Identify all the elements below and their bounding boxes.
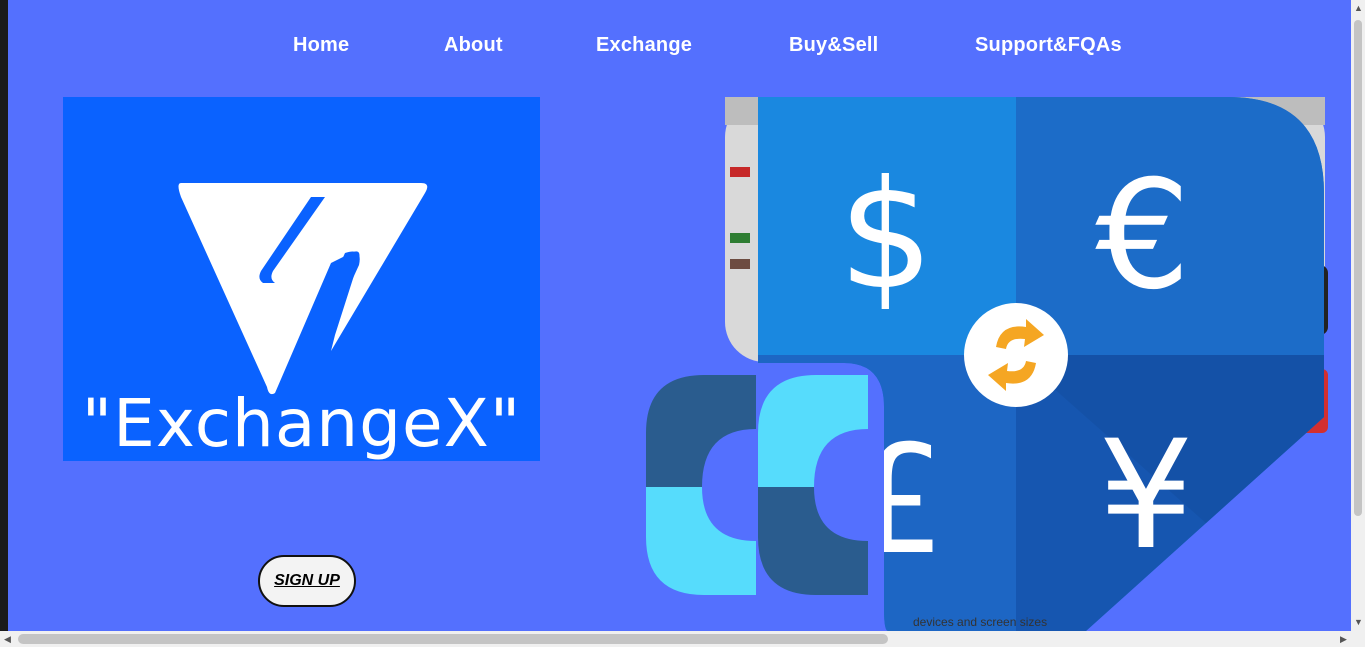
horizontal-scrollbar[interactable]: ◀ ▶ [0, 631, 1365, 647]
scroll-up-arrow-icon[interactable]: ▲ [1354, 4, 1363, 13]
yen-sign-icon: ¥ [1098, 409, 1193, 583]
scroll-left-arrow-icon[interactable]: ◀ [4, 635, 11, 644]
nav-home-link[interactable]: Home [293, 34, 349, 57]
vertical-scrollbar[interactable]: ▲ ▼ [1351, 0, 1365, 631]
nav-buy-sell-link[interactable]: Buy&Sell [789, 34, 878, 57]
vertical-scrollbar-thumb[interactable] [1354, 20, 1362, 516]
nav-exchange-link[interactable]: Exchange [596, 34, 692, 57]
swap-arrows-icon [964, 303, 1068, 407]
euro-sign-icon: € [1095, 149, 1190, 323]
currency-exchange-illustration: $ € £ ¥ devices and screen sizes [646, 97, 1328, 631]
exchangex-logo: "ExchangeX" [63, 97, 540, 462]
nav-about-link[interactable]: About [444, 34, 503, 57]
sign-up-button[interactable]: SIGN UP [258, 555, 356, 607]
exchangex-logo-text: "ExchangeX" [81, 385, 522, 462]
dollar-sign-icon: $ [838, 149, 933, 323]
page-viewport: Home About Exchange Buy&Sell Support&FQA… [8, 0, 1351, 631]
scroll-down-arrow-icon[interactable]: ▼ [1354, 618, 1363, 627]
scroll-right-arrow-icon[interactable]: ▶ [1340, 635, 1347, 644]
stylized-s-logo-icon [646, 375, 868, 595]
screenshot-caption-fragment: devices and screen sizes [913, 615, 1047, 629]
horizontal-scrollbar-thumb[interactable] [18, 634, 888, 644]
nav-support-faqs-link[interactable]: Support&FQAs [975, 34, 1122, 57]
main-navigation: Home About Exchange Buy&Sell Support&FQA… [8, 28, 1351, 68]
